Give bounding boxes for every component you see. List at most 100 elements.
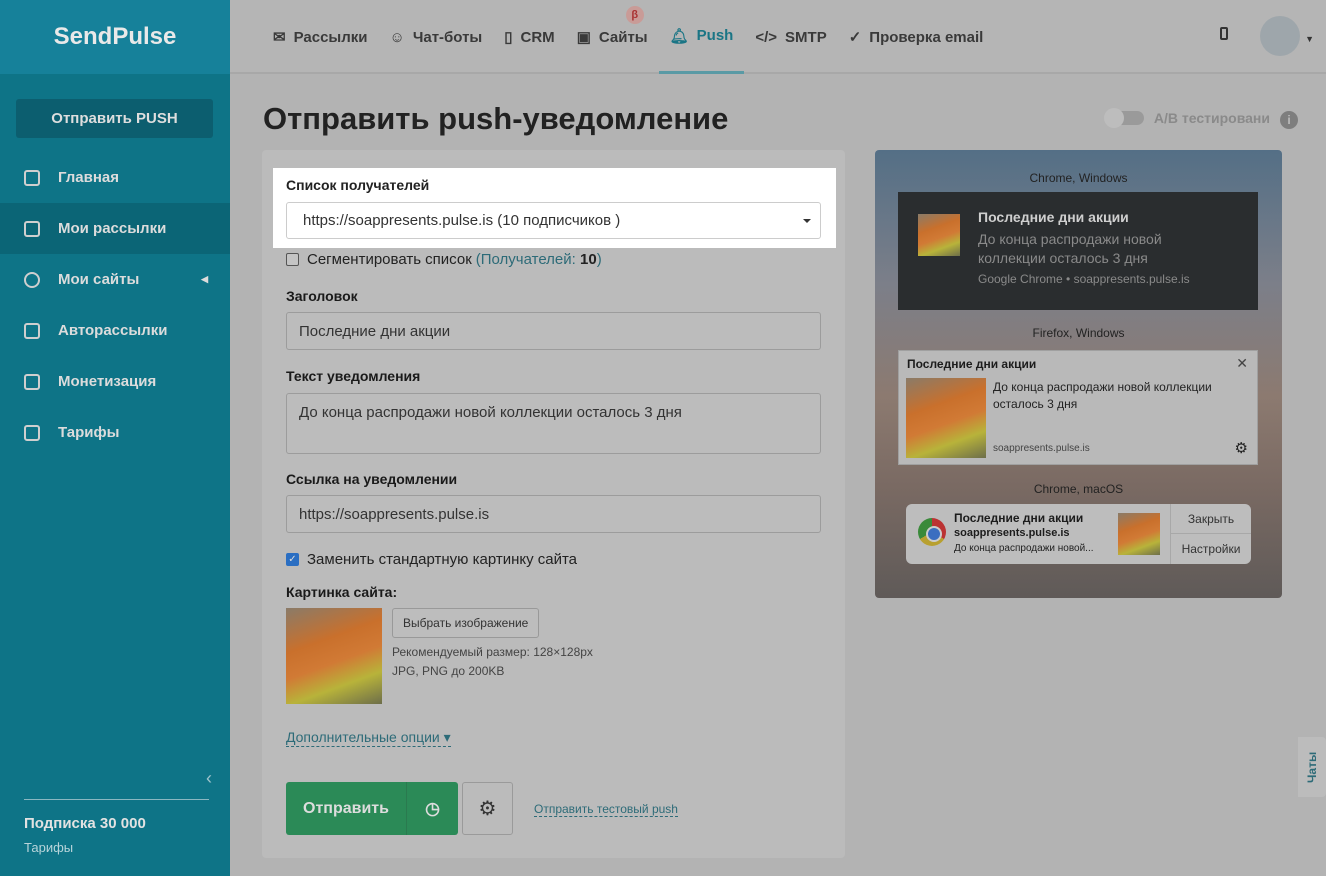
chrome-windows-notification: Последние дни акции До конца распродажи …	[898, 192, 1258, 310]
chat-icon: ☺	[389, 28, 405, 46]
info-icon[interactable]: i	[1280, 111, 1298, 129]
label: Сайты	[598, 28, 648, 46]
more-options-link[interactable]: Дополнительные опции ▾	[286, 729, 451, 747]
settings-gear-button[interactable]: ⚙	[462, 782, 513, 835]
check-circle-icon: ✓	[848, 29, 862, 46]
home-icon	[24, 169, 40, 186]
tab-chatbots[interactable]: ☺ Чат-боты	[378, 0, 493, 74]
segment-count-suffix: )	[596, 251, 602, 268]
close-button: Закрыть	[1171, 504, 1251, 534]
tab-push[interactable]: 🔔︎ Push	[658, 0, 745, 74]
settings-button: Настройки	[1181, 542, 1241, 556]
notification-title: Последние дни акции	[954, 511, 1084, 525]
avatar[interactable]	[1260, 16, 1300, 56]
link-input[interactable]: https://soappresents.pulse.is	[286, 495, 821, 533]
wallet-icon	[24, 424, 40, 441]
chevron-left-icon: ◀	[201, 274, 208, 284]
send-button[interactable]: Отправить	[286, 782, 407, 835]
notification-image	[906, 378, 986, 458]
title-input[interactable]: Последние дни акции	[286, 312, 821, 350]
checkbox[interactable]	[286, 253, 299, 266]
chrome-macos-notification: Последние дни акции soappresents.pulse.i…	[906, 504, 1251, 564]
send-push-button[interactable]: Отправить PUSH	[16, 99, 213, 138]
image-format-hint: JPG, PNG до 200KB	[392, 664, 505, 678]
notification-title: Последние дни акции	[978, 209, 1129, 225]
title-label: Заголовок	[286, 288, 358, 304]
send-test-push-link[interactable]: Отправить тестовый push	[534, 802, 678, 817]
sidebar-item-monetization[interactable]: Монетизация	[0, 356, 230, 407]
label: Мои рассылки	[58, 220, 167, 237]
bell-icon: 🔔︎	[669, 27, 689, 45]
toggle-switch[interactable]	[1103, 108, 1144, 128]
label: CRM	[520, 28, 555, 46]
replace-image-checkbox[interactable]: ✓ Заменить стандартную картинку сайта	[286, 551, 577, 568]
image-size-hint: Рекомендуемый размер: 128×128px	[392, 645, 593, 659]
label: Проверка email	[869, 28, 984, 46]
tab-sites[interactable]: ▣ Сайты β	[566, 0, 659, 74]
text-label: Текст уведомления	[286, 368, 421, 384]
firefox-windows-notification: Последние дни акции ✕ До конца распродаж…	[898, 350, 1258, 465]
notification-message: До конца распродажи новой...	[954, 543, 1094, 554]
sidebar-item-automation[interactable]: Авторассылки	[0, 305, 230, 356]
send-button-group: Отправить ◷	[286, 782, 458, 835]
sidebar-item-pricing[interactable]: Тарифы	[0, 407, 230, 458]
label: Рассылки	[293, 28, 368, 46]
sidebar-item-home[interactable]: Главная	[0, 152, 230, 203]
label: Чат-боты	[412, 28, 483, 46]
globe-icon	[24, 271, 40, 288]
chats-tab[interactable]: Чаты	[1298, 737, 1326, 797]
preview-caption: Firefox, Windows	[1032, 326, 1125, 340]
label: SMTP	[785, 28, 827, 46]
sidebar: SendPulse Отправить PUSH Главная Мои рас…	[0, 0, 230, 876]
choose-image-button[interactable]: Выбрать изображение	[392, 608, 540, 638]
site-icon: ▣	[576, 29, 591, 46]
code-icon: </>	[755, 28, 778, 46]
link-label: Ссылка на уведомлении	[286, 471, 458, 487]
segment-label: Сегментировать список	[307, 251, 472, 268]
recipients-label: Список получателей	[286, 177, 430, 193]
preview-caption: Chrome, macOS	[1033, 482, 1124, 496]
notification-title: Последние дни акции	[907, 357, 1037, 371]
preview-caption: Chrome, Windows	[1029, 171, 1128, 185]
segment-checkbox[interactable]: Сегментировать список (Получателей: 10)	[286, 251, 602, 268]
recipients-select[interactable]: https://soappresents.pulse.is (10 подпис…	[286, 202, 821, 239]
sidebar-item-sites[interactable]: Мои сайты ◀	[0, 254, 230, 305]
notification-domain: soappresents.pulse.is	[954, 527, 1070, 539]
site-image-thumbnail	[286, 608, 382, 704]
notification-message: До конца распродажи новой коллекции оста…	[993, 380, 1212, 411]
campaigns-icon	[24, 220, 40, 237]
tab-smtp[interactable]: </> SMTP	[744, 0, 837, 74]
automation-icon	[24, 322, 40, 339]
label: Мои сайты	[58, 271, 140, 288]
ab-testing-toggle[interactable]: A/B тестировани	[1103, 108, 1270, 128]
notification-source: soappresents.pulse.is	[993, 443, 1090, 454]
notification-image	[1118, 513, 1160, 555]
collapse-sidebar-icon[interactable]: ‹	[206, 768, 212, 789]
tab-crm[interactable]: ▯ CRM	[493, 0, 565, 74]
label: Главная	[58, 169, 120, 186]
label: Тарифы	[58, 424, 120, 441]
gear-icon: ⚙	[1234, 440, 1248, 457]
checkbox-checked[interactable]: ✓	[286, 553, 299, 566]
sidebar-item-campaigns[interactable]: Мои рассылки	[0, 203, 230, 254]
replace-image-label: Заменить стандартную картинку сайта	[307, 551, 578, 568]
tab-email[interactable]: ✉ Рассылки	[262, 0, 378, 74]
logo[interactable]: SendPulse	[0, 0, 230, 74]
beta-badge: β	[625, 6, 644, 24]
top-nav: ✉ Рассылки ☺ Чат-боты ▯ CRM ▣ Сайты β 🔔︎ Push …	[230, 0, 1326, 74]
monetization-icon	[24, 373, 40, 390]
schedule-clock-icon[interactable]: ◷	[407, 782, 458, 835]
text-textarea[interactable]: До конца распродажи новой коллекции оста…	[286, 393, 821, 454]
tab-email-verify[interactable]: ✓ Проверка email	[838, 0, 995, 74]
label: Монетизация	[58, 373, 157, 390]
envelope-icon: ✉	[273, 29, 286, 46]
image-label: Картинка сайта:	[286, 584, 398, 600]
segment-count-prefix: (Получателей:	[475, 251, 580, 268]
mobile-icon[interactable]	[1220, 27, 1228, 40]
page-title: Отправить push-уведомление	[263, 101, 729, 136]
notification-message: До конца распродажи новой коллекции оста…	[978, 231, 1162, 266]
chevron-down-icon[interactable]: ▼	[1305, 34, 1314, 44]
label: Авторассылки	[58, 322, 168, 339]
recipients-section: Список получателей https://soappresents.…	[273, 168, 836, 248]
pricing-link[interactable]: Тарифы	[24, 840, 73, 855]
